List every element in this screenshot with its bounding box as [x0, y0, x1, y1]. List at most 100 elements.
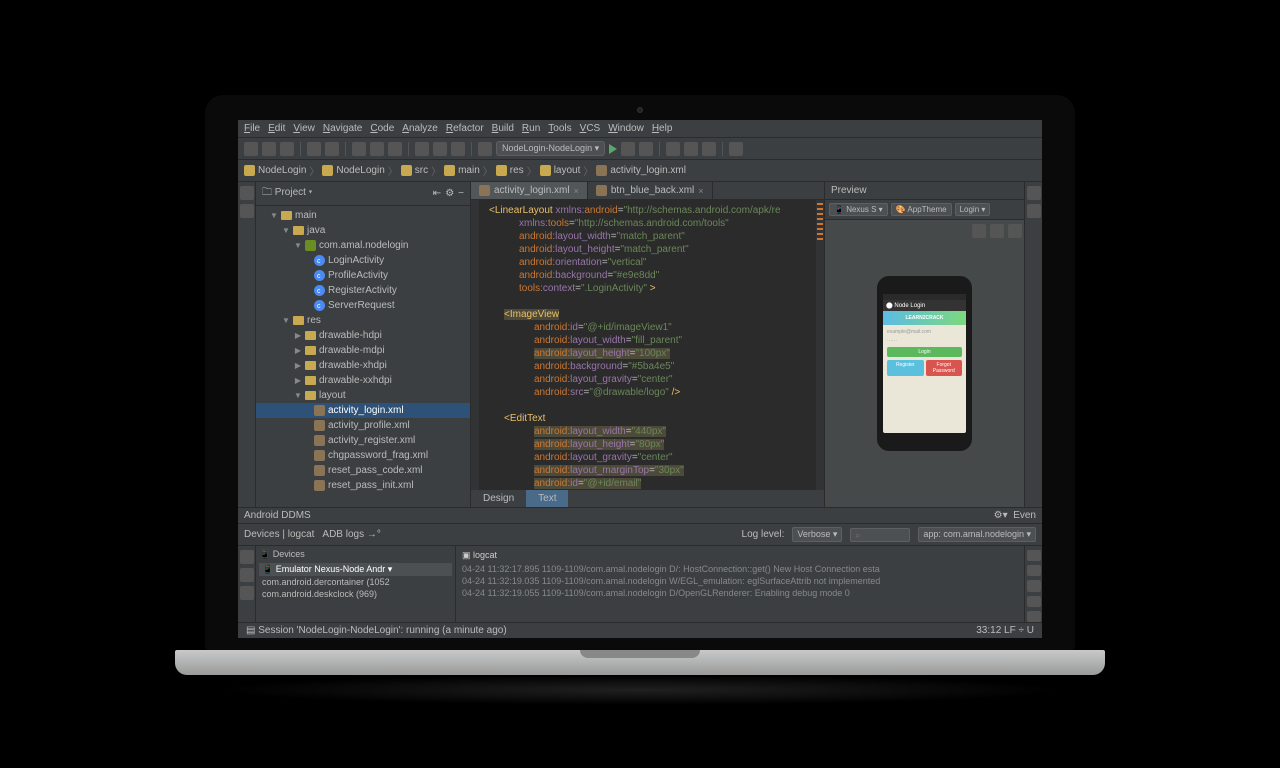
menu-navigate[interactable]: Navigate — [323, 123, 362, 134]
menu-window[interactable]: Window — [608, 123, 644, 134]
tree-class[interactable]: LoginActivity — [256, 253, 470, 268]
tree-folder[interactable]: ▼res — [256, 313, 470, 328]
editor-tab-active[interactable]: activity_login.xml× — [471, 182, 588, 199]
scroll-end-icon[interactable] — [1027, 565, 1041, 576]
tree-package[interactable]: ▼com.amal.nodelogin — [256, 238, 470, 253]
loglevel-selector[interactable]: Verbose ▾ — [792, 527, 842, 542]
log-search-input[interactable] — [850, 528, 910, 542]
copy-icon[interactable] — [370, 142, 384, 156]
tree-class[interactable]: RegisterActivity — [256, 283, 470, 298]
logcat-output[interactable]: ▣ logcat 04-24 11:32:17.895 1109-1109/co… — [456, 546, 1024, 622]
zoom-fit-icon[interactable] — [1008, 224, 1022, 238]
clear-log-icon[interactable] — [1027, 550, 1041, 561]
project-view-selector[interactable]: 🗀 Project ▾ — [262, 185, 312, 202]
adb-logs-tab[interactable]: ADB logs →° — [322, 529, 380, 540]
soft-wrap-icon[interactable] — [1027, 580, 1041, 591]
collapse-icon[interactable]: ⇤ — [433, 188, 441, 199]
menu-tools[interactable]: Tools — [548, 123, 571, 134]
record-icon[interactable] — [240, 568, 254, 582]
menu-file[interactable]: File — [244, 123, 260, 134]
breadcrumb-item[interactable]: res — [510, 165, 524, 176]
tree-file-selected[interactable]: activity_login.xml — [256, 403, 470, 418]
build-icon[interactable] — [478, 142, 492, 156]
cut-icon[interactable] — [352, 142, 366, 156]
breadcrumb-item[interactable]: main — [458, 165, 480, 176]
menu-build[interactable]: Build — [492, 123, 514, 134]
run-config-selector[interactable]: NodeLogin-NodeLogin ▾ — [496, 141, 605, 156]
sync-icon[interactable] — [280, 142, 294, 156]
design-tab[interactable]: Design — [471, 490, 526, 507]
close-icon[interactable]: × — [574, 186, 579, 196]
menu-code[interactable]: Code — [370, 123, 394, 134]
menu-vcs[interactable]: VCS — [580, 123, 601, 134]
gear-icon[interactable]: ⚙▾ — [994, 510, 1008, 521]
device-selector[interactable]: 📱 Nexus S ▾ — [829, 203, 888, 216]
tree-file[interactable]: reset_pass_init.xml — [256, 478, 470, 493]
tree-folder[interactable]: ▶drawable-hdpi — [256, 328, 470, 343]
tree-file[interactable]: reset_pass_code.xml — [256, 463, 470, 478]
save-icon[interactable] — [262, 142, 276, 156]
tree-folder[interactable]: ▶drawable-xhdpi — [256, 358, 470, 373]
help-icon[interactable] — [729, 142, 743, 156]
debug-icon[interactable] — [621, 142, 635, 156]
device-process[interactable]: com.android.dercontainer (1052 — [259, 576, 452, 588]
tree-file[interactable]: activity_profile.xml — [256, 418, 470, 433]
undo-icon[interactable] — [307, 142, 321, 156]
zoom-in-icon[interactable] — [972, 224, 986, 238]
tree-class[interactable]: ServerRequest — [256, 298, 470, 313]
tree-folder[interactable]: ▶drawable-xxhdpi — [256, 373, 470, 388]
tree-class[interactable]: ProfileActivity — [256, 268, 470, 283]
redo-icon[interactable] — [325, 142, 339, 156]
editor-tab[interactable]: btn_blue_back.xml× — [588, 182, 713, 199]
run-icon[interactable] — [609, 144, 617, 154]
avd-icon[interactable] — [666, 142, 680, 156]
hide-icon[interactable]: − — [458, 188, 464, 199]
text-tab[interactable]: Text — [526, 490, 568, 507]
menu-run[interactable]: Run — [522, 123, 540, 134]
stop-icon[interactable] — [639, 142, 653, 156]
breadcrumb-item[interactable]: NodeLogin — [258, 165, 306, 176]
breadcrumb-item[interactable]: layout — [554, 165, 581, 176]
tree-folder[interactable]: ▼main — [256, 208, 470, 223]
ddms-icon[interactable] — [702, 142, 716, 156]
find-icon[interactable] — [415, 142, 429, 156]
open-icon[interactable] — [244, 142, 258, 156]
breadcrumb-item[interactable]: activity_login.xml — [610, 165, 686, 176]
breadcrumb-item[interactable]: NodeLogin — [336, 165, 384, 176]
tree-folder[interactable]: ▶drawable-mdpi — [256, 343, 470, 358]
back-icon[interactable] — [433, 142, 447, 156]
close-icon[interactable]: × — [698, 186, 703, 196]
menu-view[interactable]: View — [293, 123, 315, 134]
devices-logcat-tab[interactable]: Devices | logcat — [244, 529, 314, 540]
screenshot-icon[interactable] — [240, 550, 254, 564]
variant-selector[interactable]: Login ▾ — [955, 203, 991, 216]
theme-selector[interactable]: 🎨 AppTheme — [891, 203, 952, 216]
settings-icon[interactable] — [1027, 611, 1041, 622]
tree-file[interactable]: activity_register.xml — [256, 433, 470, 448]
terminate-icon[interactable] — [240, 586, 254, 600]
restart-icon[interactable] — [1027, 596, 1041, 607]
menu-edit[interactable]: Edit — [268, 123, 285, 134]
menu-refactor[interactable]: Refactor — [446, 123, 484, 134]
gradle-tool-icon[interactable] — [1027, 186, 1041, 200]
menu-analyze[interactable]: Analyze — [402, 123, 438, 134]
project-tool-icon[interactable] — [240, 186, 254, 200]
settings-icon[interactable]: ⚙ — [445, 188, 454, 199]
forward-icon[interactable] — [451, 142, 465, 156]
menu-help[interactable]: Help — [652, 123, 673, 134]
class-icon — [314, 255, 325, 266]
project-tree[interactable]: ▼main ▼java ▼com.amal.nodelogin LoginAct… — [256, 206, 470, 507]
tree-file[interactable]: chgpassword_frag.xml — [256, 448, 470, 463]
log-filter-selector[interactable]: app: com.amal.nodelogin ▾ — [918, 527, 1036, 542]
tree-folder[interactable]: ▼java — [256, 223, 470, 238]
device-item-selected[interactable]: 📱 Emulator Nexus-Node Andr ▾ — [259, 563, 452, 576]
maven-tool-icon[interactable] — [1027, 204, 1041, 218]
device-process[interactable]: com.android.deskclock (969) — [259, 588, 452, 600]
code-editor[interactable]: <LinearLayout xmlns:android="http://sche… — [471, 200, 824, 490]
paste-icon[interactable] — [388, 142, 402, 156]
breadcrumb-item[interactable]: src — [415, 165, 428, 176]
zoom-out-icon[interactable] — [990, 224, 1004, 238]
structure-tool-icon[interactable] — [240, 204, 254, 218]
tree-folder[interactable]: ▼layout — [256, 388, 470, 403]
sdk-icon[interactable] — [684, 142, 698, 156]
